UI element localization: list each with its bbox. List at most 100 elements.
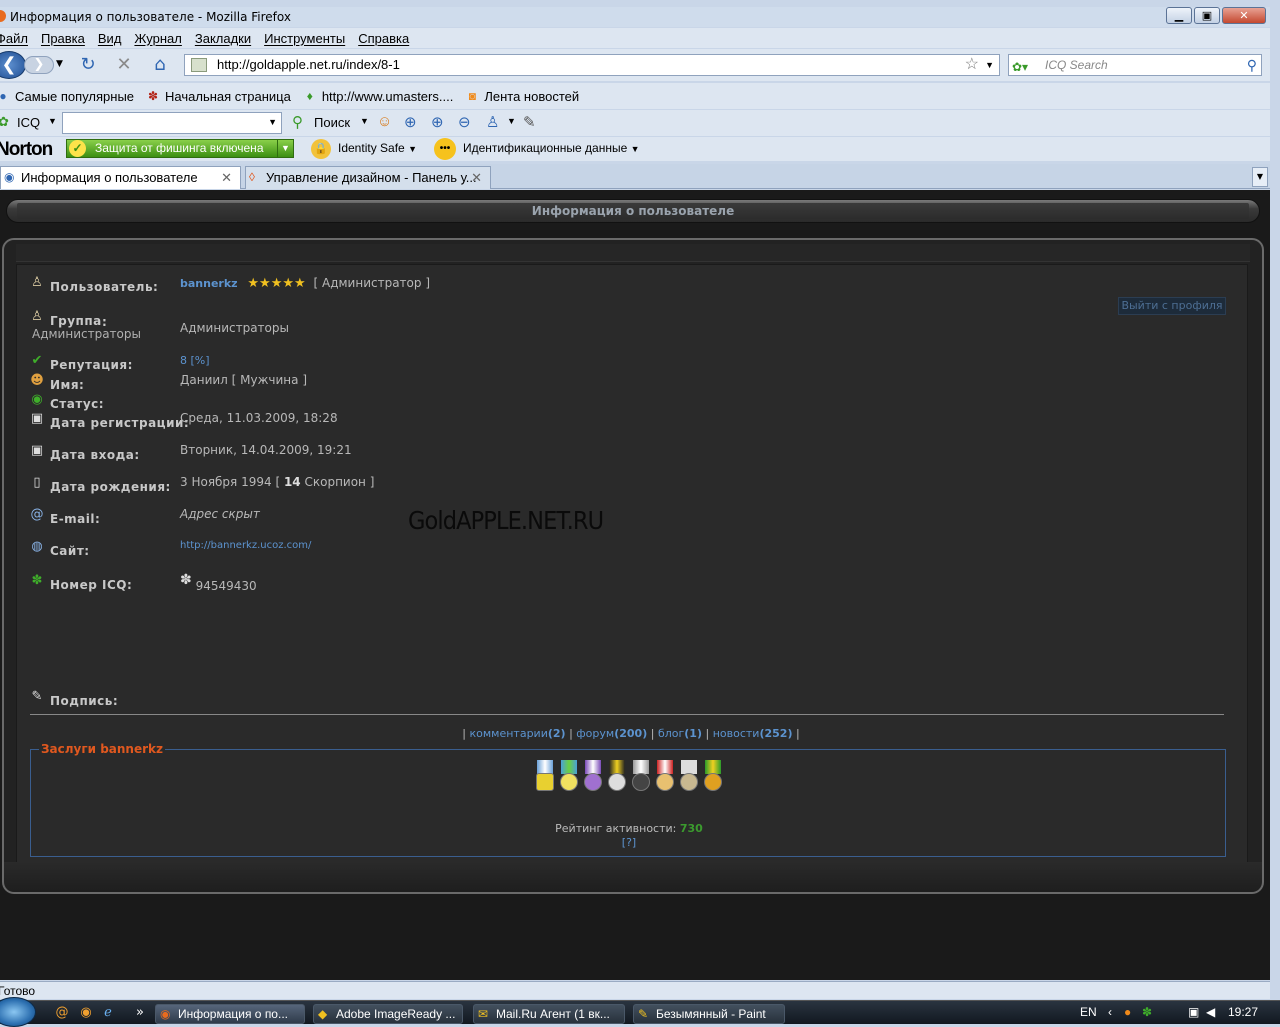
chevron-down-icon: ▼ (408, 144, 417, 154)
zoom-out-icon[interactable]: ⊖ (458, 113, 471, 131)
site-link[interactable]: http://bannerkz.ucoz.com/ (180, 540, 311, 551)
taskbar-firefox[interactable]: ◉ Информация о по... (155, 1004, 305, 1024)
signature-label: Подпись: (50, 694, 119, 708)
news-link[interactable]: новости(252) (713, 727, 793, 740)
status-bar: Готово (0, 981, 1270, 999)
user-label: Пользователь: (50, 280, 159, 294)
icq-menu[interactable]: ICQ (17, 115, 40, 130)
phishing-dropdown-icon[interactable]: ▼ (277, 140, 293, 157)
icq-tray-icon[interactable]: ✽ (1142, 1005, 1152, 1019)
blog-link[interactable]: блог(1) (658, 727, 702, 740)
url-bar[interactable]: http://goldapple.net.ru/index/8-1 ☆ ▼ (184, 54, 1000, 76)
menu-edit[interactable]: Правка (41, 31, 85, 46)
birth-age: 14 (283, 475, 301, 489)
medal-green-icon[interactable] (702, 760, 724, 794)
bookmark-umasters[interactable]: ♦ http://www.umasters.... (303, 89, 454, 104)
start-button[interactable] (0, 997, 36, 1027)
menu-help[interactable]: Справка (358, 31, 409, 46)
medal-silver-icon[interactable] (630, 760, 652, 794)
taskbar-imageready[interactable]: ◆ Adobe ImageReady ... (313, 1004, 463, 1024)
icq-search-engine-icon[interactable]: ✿▾ (1012, 57, 1038, 74)
reload-icon[interactable]: ↻ (78, 55, 98, 75)
menu-file[interactable]: Файл (0, 31, 28, 46)
phishing-protection-button[interactable]: ✓ Защита от фишинга включена ▼ (66, 139, 294, 158)
forum-link[interactable]: форум(200) (576, 727, 647, 740)
list-all-tabs-icon[interactable]: ▼ (1252, 167, 1268, 187)
tab-user-info[interactable]: ◉ Информация о пользователе ✕ (0, 166, 241, 189)
more-icon[interactable]: » (132, 1005, 148, 1021)
rating-value: 730 (679, 822, 703, 835)
taskbar-paint[interactable]: ✎ Безымянный - Paint (633, 1004, 785, 1024)
navigation-toolbar: ❮ ❯ ▼ ↻ ✕ ⌂ http://goldapple.net.ru/inde… (0, 49, 1270, 81)
medal-envelope-icon[interactable] (678, 760, 700, 794)
forum-label: форум (576, 727, 615, 740)
mail-agent-icon[interactable]: @ (54, 1005, 70, 1021)
taskbar-mailru-agent[interactable]: ✉ Mail.Ru Агент (1 вк... (473, 1004, 625, 1024)
bookmark-news-feed[interactable]: ◙ Лента новостей (465, 89, 579, 104)
history-dropdown-icon[interactable]: ▼ (56, 59, 63, 69)
ie-icon[interactable]: ℯ (100, 1005, 116, 1021)
identity-data-icon: ••• (434, 138, 456, 160)
bookmark-most-visited[interactable]: ● Самые популярные (0, 89, 134, 104)
maximize-button[interactable]: ▣ (1194, 7, 1220, 24)
joystick-dropdown-icon[interactable]: ▼ (507, 116, 516, 126)
rating-help-link[interactable]: [?] (622, 836, 636, 849)
search-box[interactable]: ✿▾ ICQ Search ⚲ (1008, 54, 1262, 76)
medal-purple-icon[interactable] (582, 760, 604, 794)
identity-data-button[interactable]: Идентификационные данные ▼ (463, 141, 640, 155)
menu-tools[interactable]: Инструменты (264, 31, 345, 46)
group-label: Группа (50, 314, 102, 328)
bookmark-star-icon[interactable]: ☆ (965, 55, 979, 75)
close-button[interactable]: ✕ (1222, 7, 1266, 24)
tab-label: Информация о пользователе (21, 170, 198, 185)
close-tab-icon[interactable]: ✕ (471, 167, 482, 188)
exit-profile-button[interactable]: Выйти с профиля (1118, 297, 1226, 315)
home-icon[interactable]: ⌂ (150, 55, 170, 75)
identity-safe-button[interactable]: Identity Safe ▼ (338, 141, 417, 155)
search-icon[interactable]: ⚲ (1247, 55, 1257, 75)
joystick-icon[interactable]: ♙ (486, 113, 499, 131)
clock[interactable]: 19:27 (1228, 1005, 1258, 1019)
volume-icon[interactable]: ◀ (1206, 1005, 1215, 1019)
chevron-down-icon: ▼ (630, 144, 640, 154)
minimize-button[interactable]: ▁ (1166, 7, 1192, 24)
url-dropdown-icon[interactable]: ▼ (985, 55, 994, 75)
icq-search-input[interactable]: ▼ (62, 112, 282, 134)
medal-vip-icon[interactable] (534, 760, 556, 794)
rss-icon: ◙ (468, 89, 476, 103)
icq-dropdown-icon[interactable]: ▼ (48, 116, 57, 126)
smiley-icon[interactable]: ☺ (377, 113, 392, 130)
icq-search-dropdown-icon[interactable]: ▼ (360, 116, 369, 126)
network-icon[interactable]: ▣ (1188, 1005, 1199, 1019)
stop-icon[interactable]: ✕ (114, 55, 134, 75)
medal-red-icon[interactable] (654, 760, 676, 794)
icq-input-dropdown-icon[interactable]: ▼ (268, 117, 277, 127)
back-button[interactable]: ❮ (0, 51, 26, 79)
firefox-icon: ◉ (160, 1007, 171, 1021)
firefox-icon[interactable]: ◉ (78, 1005, 94, 1021)
news-label: новости (712, 727, 760, 740)
language-indicator[interactable]: EN (1080, 1005, 1097, 1019)
close-tab-icon[interactable]: ✕ (221, 167, 232, 188)
reputation-link[interactable]: 8 [%] (180, 354, 210, 367)
tray-app-icon[interactable]: ● (1124, 1005, 1131, 1019)
status-text: Готово (0, 984, 36, 998)
page-header-bar: Информация о пользователе (6, 199, 1260, 223)
user-name-link[interactable]: bannerkz (180, 277, 238, 290)
menu-bookmarks[interactable]: Закладки (195, 31, 251, 46)
pen-icon[interactable]: ✎ (523, 113, 536, 131)
medal-yellow-icon[interactable] (606, 760, 628, 794)
tab-design-management[interactable]: ◊ Управление дизайном - Панель у... ✕ (245, 166, 491, 189)
merits-box: Заслуги bannerkz Рейтинг активности: 730… (30, 742, 1226, 857)
zoom-in-icon[interactable]: ⊕ (404, 113, 417, 131)
medal-star-icon[interactable] (558, 760, 580, 794)
zoom-icon[interactable]: ⊕ (431, 113, 444, 131)
tray-expand-icon[interactable]: ‹ (1108, 1005, 1112, 1019)
icq-search-button[interactable]: Поиск (314, 115, 350, 130)
bookmark-home-page[interactable]: ✽ Начальная страница (146, 89, 291, 104)
icq-toolbar: ✿ ICQ ▼ ▼ ⚲ Поиск ▼ ☺ ⊕ ⊕ ⊖ ♙ ▼ ✎ (0, 110, 1270, 136)
menu-history[interactable]: Журнал (134, 31, 181, 46)
menu-view[interactable]: Вид (98, 31, 122, 46)
comments-link[interactable]: комментарии(2) (470, 727, 566, 740)
forward-button[interactable]: ❯ (24, 56, 54, 74)
